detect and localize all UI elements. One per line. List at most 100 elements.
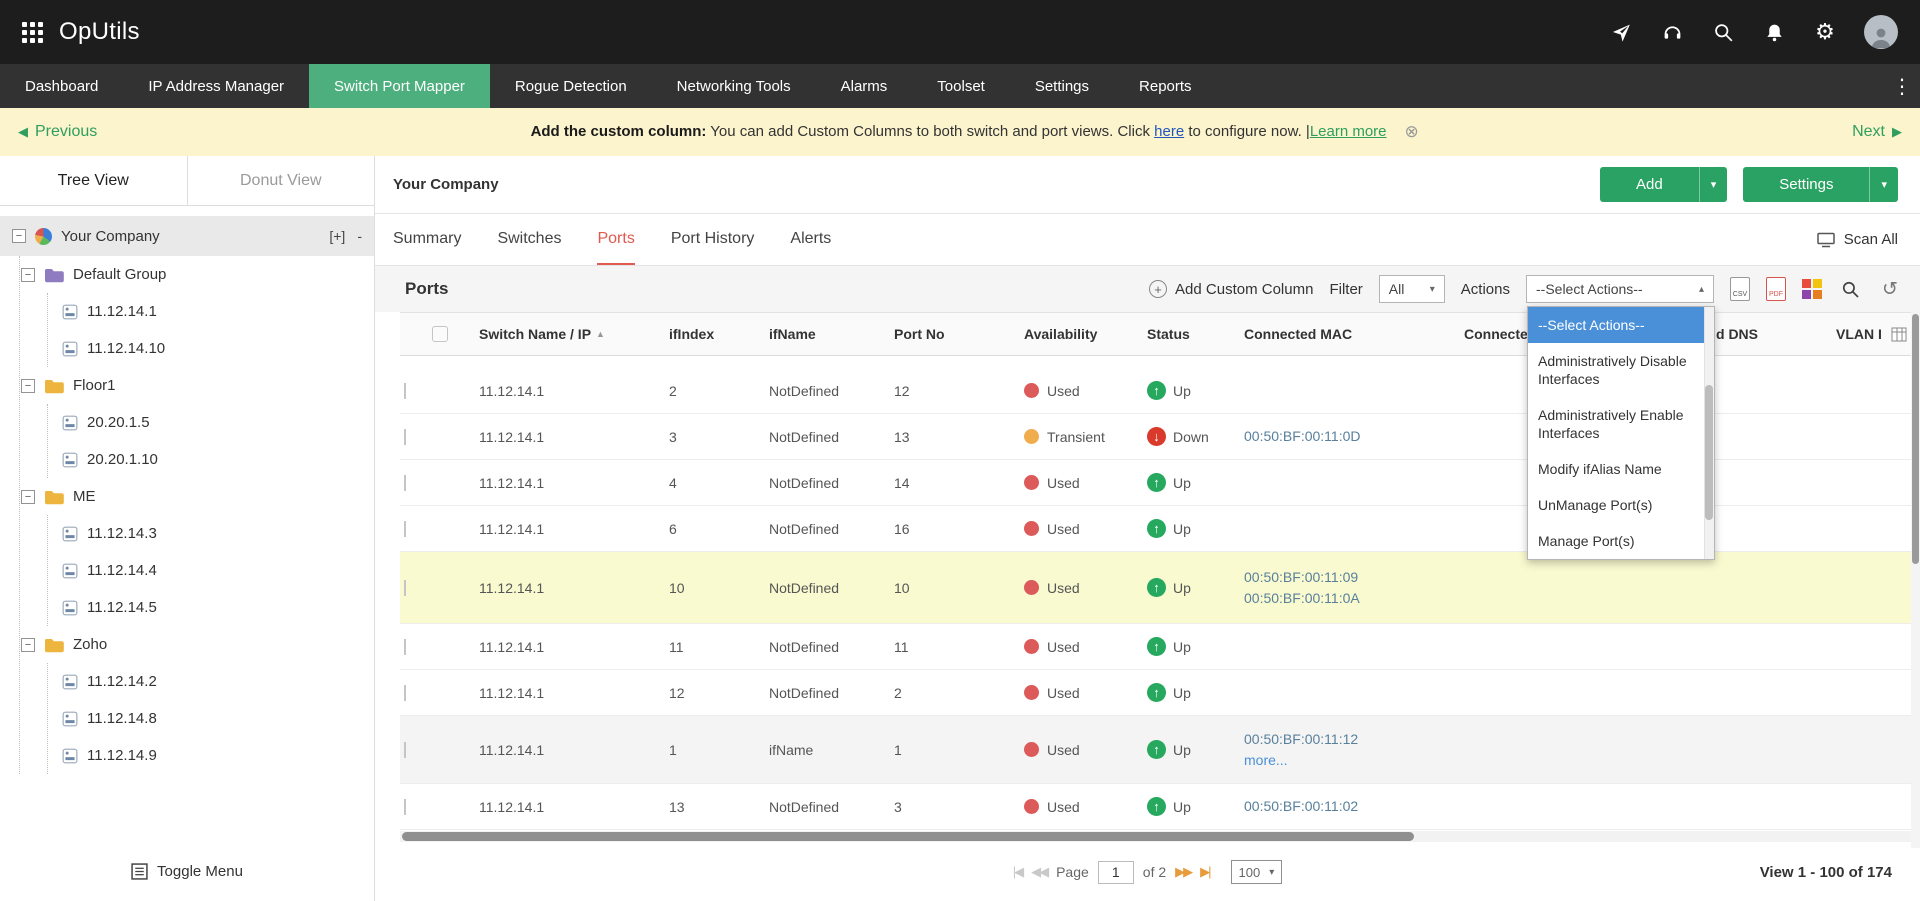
export-csv-icon[interactable]: CSV: [1730, 277, 1750, 301]
tab-tree-view[interactable]: Tree View: [0, 156, 187, 205]
tree-switch-item[interactable]: 11.12.14.2: [48, 663, 374, 700]
previous-button[interactable]: ◀ Previous: [18, 123, 97, 141]
collapse-expander-icon[interactable]: −: [21, 490, 35, 504]
tree-switch-item[interactable]: 11.12.14.5: [48, 589, 374, 626]
card-view-icon[interactable]: [1802, 279, 1822, 299]
col-ifname[interactable]: ifName: [765, 326, 890, 342]
tree-switch-item[interactable]: 11.12.14.8: [48, 700, 374, 737]
row-checkbox[interactable]: [404, 475, 406, 491]
nav-item-networking-tools[interactable]: Networking Tools: [652, 64, 816, 108]
row-checkbox[interactable]: [404, 742, 406, 758]
nav-item-reports[interactable]: Reports: [1114, 64, 1217, 108]
col-status[interactable]: Status: [1143, 326, 1240, 342]
row-checkbox[interactable]: [404, 639, 406, 655]
collapse-expander-icon[interactable]: −: [21, 638, 35, 652]
tree-group-zoho[interactable]: − Zoho: [12, 626, 374, 663]
tree-switch-item[interactable]: 11.12.14.1: [48, 293, 374, 330]
tree-switch-item[interactable]: 11.12.14.3: [48, 515, 374, 552]
page-size-select[interactable]: 100 ▾: [1231, 860, 1283, 884]
col-ifindex[interactable]: ifIndex: [665, 326, 765, 342]
nav-overflow-icon[interactable]: ⋮: [1892, 64, 1912, 108]
page-number-input[interactable]: [1098, 861, 1134, 884]
settings-gear-icon[interactable]: ⚙: [1813, 20, 1837, 44]
col-port-no[interactable]: Port No: [890, 326, 1020, 342]
tab-donut-view[interactable]: Donut View: [187, 156, 375, 205]
tree-switch-item[interactable]: 11.12.14.10: [48, 330, 374, 367]
add-custom-column-button[interactable]: + Add Custom Column: [1149, 280, 1313, 298]
tree-switch-item[interactable]: 11.12.14.9: [48, 737, 374, 774]
apps-grid-icon[interactable]: [22, 22, 43, 43]
tree-group-me[interactable]: − ME: [12, 478, 374, 515]
row-checkbox[interactable]: [404, 685, 406, 701]
tree-switch-item[interactable]: 20.20.1.10: [48, 441, 374, 478]
menu-item-admin-disable[interactable]: Administratively Disable Interfaces: [1528, 343, 1714, 397]
filter-select[interactable]: All ▾: [1379, 275, 1445, 303]
user-avatar[interactable]: [1864, 15, 1898, 49]
prev-page-button[interactable]: ◀◀: [1031, 864, 1047, 880]
add-group-control[interactable]: [+]: [329, 228, 345, 244]
export-pdf-icon[interactable]: PDF: [1766, 277, 1786, 301]
menu-item-unmanage-ports[interactable]: UnManage Port(s): [1528, 487, 1714, 523]
nav-item-switch-port-mapper[interactable]: Switch Port Mapper: [309, 64, 490, 108]
settings-caret-icon[interactable]: ▾: [1869, 167, 1898, 202]
tree-group-default-group[interactable]: − Default Group: [12, 256, 374, 293]
col-connected-mac[interactable]: Connected MAC: [1240, 326, 1460, 342]
collapse-expander-icon[interactable]: −: [12, 229, 26, 243]
configure-here-link[interactable]: here: [1154, 123, 1184, 140]
search-icon[interactable]: [1711, 20, 1735, 44]
col-availability[interactable]: Availability: [1020, 326, 1143, 342]
app-logo[interactable]: OpUtils: [59, 18, 140, 46]
next-button[interactable]: Next ▶: [1852, 123, 1902, 141]
tab-switches[interactable]: Switches: [497, 214, 561, 265]
horizontal-scrollbar-thumb[interactable]: [402, 832, 1414, 841]
tree-group-floor1[interactable]: − Floor1: [12, 367, 374, 404]
dropdown-scrollbar[interactable]: [1704, 307, 1714, 559]
menu-item-modify-ifalias[interactable]: Modify ifAlias Name: [1528, 451, 1714, 487]
col-switch-name-ip[interactable]: Switch Name / IP▲: [475, 326, 665, 342]
table-search-icon[interactable]: [1838, 277, 1862, 301]
add-caret-icon[interactable]: ▾: [1699, 167, 1728, 202]
send-icon[interactable]: [1609, 20, 1633, 44]
col-connected-dns[interactable]: d DNS: [1712, 326, 1832, 342]
row-checkbox[interactable]: [404, 799, 406, 815]
nav-item-ip-address-manager[interactable]: IP Address Manager: [123, 64, 309, 108]
notifications-icon[interactable]: [1762, 20, 1786, 44]
next-page-button[interactable]: ▶▶: [1175, 864, 1191, 880]
vertical-scrollbar-thumb[interactable]: [1912, 314, 1919, 564]
row-checkbox[interactable]: [404, 521, 406, 537]
last-page-button[interactable]: ▶|: [1200, 864, 1209, 880]
horizontal-scrollbar[interactable]: [400, 831, 1911, 842]
settings-button[interactable]: Settings ▾: [1743, 167, 1898, 202]
menu-item-select-actions[interactable]: --Select Actions--: [1528, 307, 1714, 343]
tab-ports[interactable]: Ports: [597, 214, 634, 265]
tab-summary[interactable]: Summary: [393, 214, 461, 265]
row-checkbox[interactable]: [404, 580, 406, 596]
toggle-menu-button[interactable]: Toggle Menu: [0, 841, 374, 901]
tree-switch-item[interactable]: 20.20.1.5: [48, 404, 374, 441]
menu-item-manage-ports[interactable]: Manage Port(s): [1528, 523, 1714, 559]
row-checkbox[interactable]: [404, 383, 406, 399]
nav-item-toolset[interactable]: Toolset: [912, 64, 1010, 108]
collapse-expander-icon[interactable]: −: [21, 379, 35, 393]
support-icon[interactable]: [1660, 20, 1684, 44]
actions-select[interactable]: --Select Actions-- ▴ --Select Actions-- …: [1526, 275, 1714, 303]
nav-item-settings[interactable]: Settings: [1010, 64, 1114, 108]
collapse-control[interactable]: -: [357, 228, 362, 244]
learn-more-link[interactable]: Learn more: [1310, 123, 1387, 140]
collapse-expander-icon[interactable]: −: [21, 268, 35, 282]
nav-item-dashboard[interactable]: Dashboard: [0, 64, 123, 108]
add-button[interactable]: Add ▾: [1600, 167, 1727, 202]
row-checkbox[interactable]: [404, 429, 406, 445]
nav-item-rogue-detection[interactable]: Rogue Detection: [490, 64, 652, 108]
refresh-icon[interactable]: ↺: [1878, 277, 1902, 301]
tree-switch-item[interactable]: 11.12.14.4: [48, 552, 374, 589]
first-page-button[interactable]: |◀: [1013, 864, 1022, 880]
column-chooser-icon[interactable]: [1891, 327, 1907, 345]
scan-all-button[interactable]: Scan All: [1817, 214, 1898, 265]
dismiss-banner-icon[interactable]: ⊗: [1405, 122, 1419, 142]
tab-alerts[interactable]: Alerts: [790, 214, 831, 265]
select-all-checkbox[interactable]: [432, 326, 448, 342]
tree-root-your-company[interactable]: − Your Company [+] -: [0, 216, 374, 256]
nav-item-alarms[interactable]: Alarms: [816, 64, 913, 108]
more-link[interactable]: more...: [1244, 750, 1460, 771]
